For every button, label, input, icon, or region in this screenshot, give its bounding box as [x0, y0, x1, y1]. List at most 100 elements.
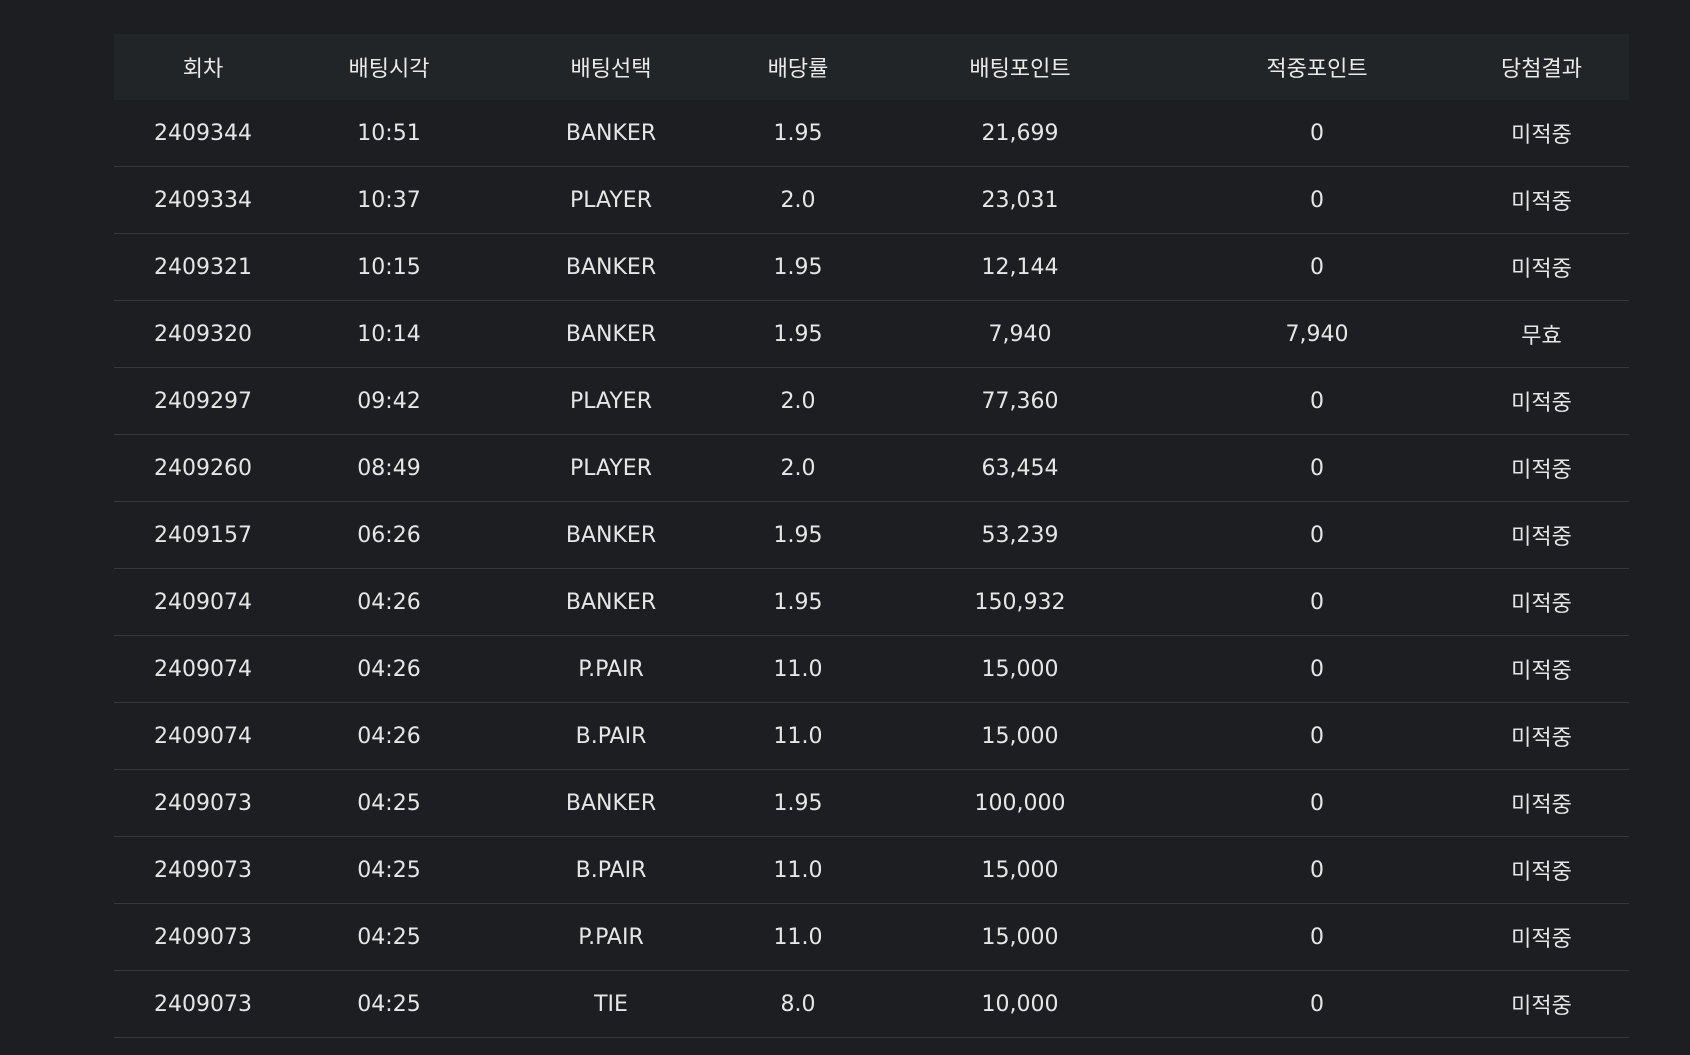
- cell-bet-points: 53,239: [860, 501, 1180, 569]
- cell-bet-choice: BANKER: [486, 501, 736, 569]
- cell-bet-points: 12,144: [860, 233, 1180, 301]
- header-result: 당첨결과: [1501, 57, 1582, 82]
- cell-win-points: 0: [1180, 903, 1454, 971]
- table-row: 2409260 08:49 PLAYER 2.0 63,454 0 미적중: [114, 434, 1629, 502]
- cell-bet-points: 77,360: [860, 367, 1180, 435]
- cell-odds: 1.95: [736, 501, 860, 569]
- cell-odds: 2.0: [736, 367, 860, 435]
- cell-bet-points: 150,932: [860, 568, 1180, 636]
- cell-win-points: 0: [1180, 233, 1454, 301]
- cell-result: 무효: [1454, 300, 1629, 368]
- cell-bet-time: 04:25: [292, 903, 486, 971]
- cell-bet-time: 04:26: [292, 635, 486, 703]
- cell-result: 미적중: [1454, 836, 1629, 904]
- cell-bet-choice: BANKER: [486, 769, 736, 837]
- cell-bet-time: 04:25: [292, 970, 486, 1038]
- cell-odds: 2.0: [736, 166, 860, 234]
- table-row: 2409074 04:26 B.PAIR 11.0 15,000 0 미적중: [114, 702, 1629, 770]
- cell-round: 2409073: [114, 769, 292, 837]
- cell-bet-points: 15,000: [860, 702, 1180, 770]
- cell-result: 미적중: [1454, 100, 1629, 167]
- table-row: 2409334 10:37 PLAYER 2.0 23,031 0 미적중: [114, 166, 1629, 234]
- cell-bet-time: 04:26: [292, 568, 486, 636]
- header-bet-points: 배팅포인트: [969, 57, 1071, 82]
- header-round: 회차: [182, 57, 224, 82]
- cell-bet-points: 15,000: [860, 903, 1180, 971]
- table-row: 2409073 04:25 BANKER 1.95 100,000 0 미적중: [114, 769, 1629, 837]
- cell-bet-points: 10,000: [860, 970, 1180, 1038]
- cell-round: 2409344: [114, 100, 292, 167]
- cell-bet-time: 04:25: [292, 836, 486, 904]
- cell-result: 미적중: [1454, 367, 1629, 435]
- cell-bet-time: 06:26: [292, 501, 486, 569]
- cell-odds: 1.95: [736, 300, 860, 368]
- cell-round: 2409074: [114, 635, 292, 703]
- cell-result: 미적중: [1454, 903, 1629, 971]
- cell-win-points: 0: [1180, 635, 1454, 703]
- cell-win-points: 0: [1180, 568, 1454, 636]
- cell-round: 2409260: [114, 434, 292, 502]
- table-row: 2409073 04:25 P.PAIR 11.0 15,000 0 미적중: [114, 903, 1629, 971]
- cell-result: 미적중: [1454, 769, 1629, 837]
- cell-bet-choice: P.PAIR: [486, 903, 736, 971]
- cell-result: 미적중: [1454, 166, 1629, 234]
- cell-odds: 1.95: [736, 769, 860, 837]
- table-row: 2409074 04:26 P.PAIR 11.0 15,000 0 미적중: [114, 635, 1629, 703]
- cell-odds: 11.0: [736, 702, 860, 770]
- cell-win-points: 7,940: [1180, 300, 1454, 368]
- cell-round: 2409297: [114, 367, 292, 435]
- cell-bet-time: 04:26: [292, 702, 486, 770]
- cell-bet-time: 04:25: [292, 769, 486, 837]
- cell-result: 미적중: [1454, 501, 1629, 569]
- header-row: 회차 배팅시각 배팅선택 배당률 배팅포인트 적중포인트 당첨결과: [114, 34, 1629, 100]
- cell-win-points: 0: [1180, 166, 1454, 234]
- cell-win-points: 0: [1180, 836, 1454, 904]
- cell-bet-points: 63,454: [860, 434, 1180, 502]
- table-row: 2409073 04:25 TIE 8.0 10,000 0 미적중: [114, 970, 1629, 1038]
- cell-result: 미적중: [1454, 568, 1629, 636]
- cell-bet-choice: P.PAIR: [486, 635, 736, 703]
- cell-win-points: 0: [1180, 367, 1454, 435]
- table-row: 2409297 09:42 PLAYER 2.0 77,360 0 미적중: [114, 367, 1629, 435]
- cell-win-points: 0: [1180, 501, 1454, 569]
- cell-win-points: 0: [1180, 970, 1454, 1038]
- cell-round: 2409074: [114, 702, 292, 770]
- cell-odds: 8.0: [736, 970, 860, 1038]
- table-row: 2409344 10:51 BANKER 1.95 21,699 0 미적중: [114, 100, 1629, 167]
- cell-bet-points: 7,940: [860, 300, 1180, 368]
- cell-round: 2409074: [114, 568, 292, 636]
- cell-bet-time: 10:14: [292, 300, 486, 368]
- cell-bet-time: 08:49: [292, 434, 486, 502]
- cell-round: 2409321: [114, 233, 292, 301]
- cell-bet-time: 10:15: [292, 233, 486, 301]
- betting-history-panel: 회차 배팅시각 배팅선택 배당률 배팅포인트 적중포인트 당첨결과 240934…: [114, 34, 1629, 1038]
- cell-result: 미적중: [1454, 233, 1629, 301]
- header-bet-time: 배팅시각: [348, 57, 430, 82]
- cell-bet-points: 100,000: [860, 769, 1180, 837]
- cell-bet-points: 15,000: [860, 836, 1180, 904]
- cell-bet-choice: PLAYER: [486, 166, 736, 234]
- cell-bet-choice: B.PAIR: [486, 702, 736, 770]
- cell-result: 미적중: [1454, 434, 1629, 502]
- cell-bet-points: 21,699: [860, 100, 1180, 167]
- cell-bet-choice: PLAYER: [486, 367, 736, 435]
- cell-bet-choice: BANKER: [486, 300, 736, 368]
- cell-round: 2409157: [114, 501, 292, 569]
- cell-bet-points: 23,031: [860, 166, 1180, 234]
- cell-odds: 11.0: [736, 903, 860, 971]
- cell-bet-points: 15,000: [860, 635, 1180, 703]
- table-row: 2409320 10:14 BANKER 1.95 7,940 7,940 무효: [114, 300, 1629, 368]
- header-odds: 배당률: [767, 57, 829, 82]
- cell-bet-time: 10:37: [292, 166, 486, 234]
- cell-bet-choice: BANKER: [486, 233, 736, 301]
- cell-round: 2409073: [114, 903, 292, 971]
- cell-odds: 2.0: [736, 434, 860, 502]
- cell-result: 미적중: [1454, 970, 1629, 1038]
- header-bet-choice: 배팅선택: [570, 57, 652, 82]
- cell-odds: 11.0: [736, 635, 860, 703]
- cell-round: 2409334: [114, 166, 292, 234]
- table-body: 2409344 10:51 BANKER 1.95 21,699 0 미적중 2409334 1…: [114, 100, 1629, 1038]
- cell-round: 2409320: [114, 300, 292, 368]
- table-row: 2409074 04:26 BANKER 1.95 150,932 0 미적중: [114, 568, 1629, 636]
- cell-bet-choice: B.PAIR: [486, 836, 736, 904]
